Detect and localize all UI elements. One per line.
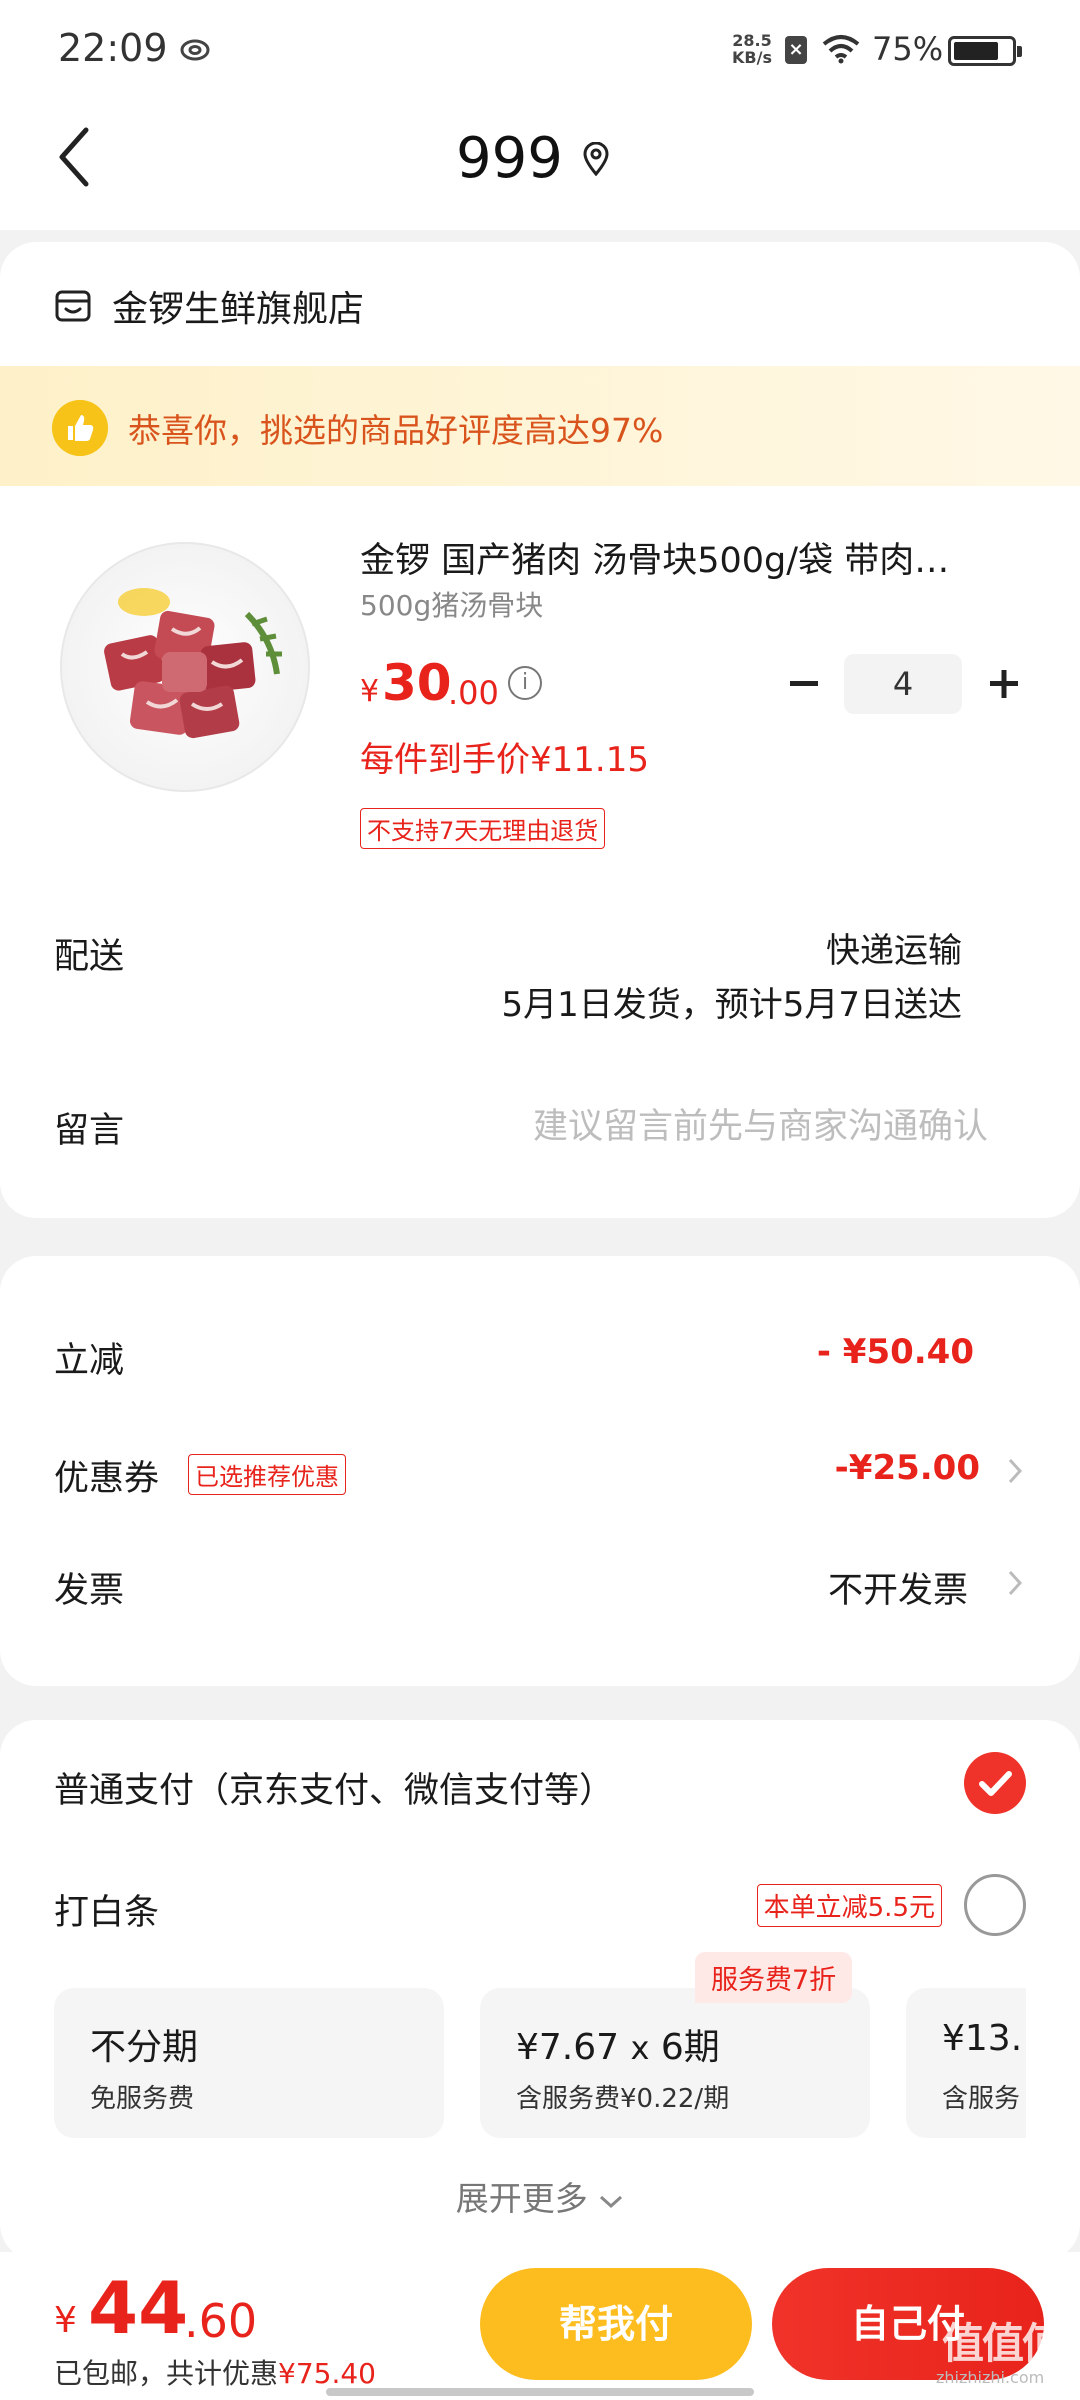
installment-sub: 含服务费¥0.22/期 — [516, 2084, 730, 2114]
price-symbol: ¥ — [360, 674, 380, 709]
location-pin-icon[interactable] — [582, 142, 610, 176]
product-title[interactable]: 金锣 国产猪肉 汤骨块500g/袋 带肉… — [360, 532, 1020, 583]
shop-name: 金锣生鲜旗舰店 — [112, 289, 365, 330]
normal-pay-label[interactable]: 普通支付（京东支付、微信支付等） — [54, 1762, 614, 1813]
baitiao-radio[interactable] — [964, 1874, 1026, 1936]
baitiao-label[interactable]: 打白条 — [54, 1884, 159, 1935]
installment-main: ¥7.67 x 6期 — [516, 2027, 720, 2068]
invoice-label: 发票 — [54, 1571, 125, 1611]
shop-row[interactable]: 金锣生鲜旗舰店 — [54, 280, 364, 332]
delivery-type: 快递运输 — [826, 931, 962, 971]
discount-card: 立减 - ¥50.40 优惠券 已选推荐优惠 -¥25.00 发票 不开发票 — [0, 1256, 1080, 1686]
increase-quantity-button[interactable] — [984, 664, 1024, 704]
coupon-label: 优惠券 — [54, 1459, 160, 1499]
installment-main: ¥13. — [942, 2018, 1023, 2059]
network-speed: 28.5 KB/s — [732, 31, 772, 67]
decrease-quantity-button[interactable] — [784, 664, 824, 704]
coupon-chevron-icon[interactable] — [1004, 1454, 1026, 1488]
status-time: 22:09 — [58, 26, 168, 70]
notification-icon — [180, 39, 210, 61]
installment-option-more[interactable]: ¥13. 含服务 — [906, 1988, 1026, 2138]
coupon-tag: 已选推荐优惠 — [188, 1454, 346, 1495]
address-title[interactable]: 999 — [456, 126, 563, 191]
price-decimal: .00 — [448, 674, 499, 712]
installment-sub: 含服务 — [942, 2084, 1021, 2114]
installment-option-none[interactable]: 不分期 免服务费 — [54, 1988, 444, 2138]
expand-more-button[interactable]: 展开更多 — [0, 2172, 1080, 2220]
baitiao-promo-tag: 本单立减5.5元 — [756, 1884, 942, 1927]
product-spec: 500g猪汤骨块 — [360, 589, 544, 622]
watermark: 值值值 — [942, 2319, 1064, 2368]
shop-icon — [55, 290, 91, 322]
invoice-value[interactable]: 不开发票 — [828, 1562, 968, 1613]
total-integer: 44 — [88, 2266, 189, 2350]
back-icon[interactable] — [50, 122, 110, 192]
coupon-value[interactable]: -¥25.00 — [835, 1448, 980, 1488]
wifi-icon — [822, 35, 860, 64]
total-symbol: ¥ — [54, 2300, 77, 2341]
service-fee-badge: 服务费7折 — [695, 1952, 853, 2003]
thumbs-up-icon — [52, 400, 108, 456]
help-me-pay-button[interactable]: 帮我付 — [480, 2268, 752, 2380]
instant-discount-value: - ¥50.40 — [816, 1332, 974, 1372]
praise-banner: 恭喜你，挑选的商品好评度高达97% — [0, 366, 1080, 486]
invoice-chevron-icon[interactable] — [1004, 1566, 1026, 1600]
battery-icon — [948, 36, 1022, 66]
order-item-card: 金锣生鲜旗舰店 恭喜你，挑选的商品好评度高达97% 金锣 国产猪肉 汤骨块500… — [0, 242, 1080, 1218]
return-policy-tag: 不支持7天无理由退货 — [360, 808, 606, 849]
nav-bar: 999 — [0, 100, 1080, 230]
quantity-input[interactable]: 4 — [844, 654, 962, 714]
message-label: 留言 — [54, 1111, 125, 1151]
battery-percent: 75% — [872, 30, 944, 68]
instant-discount-label: 立减 — [54, 1341, 125, 1381]
status-bar: 22:09 28.5 KB/s × 75% — [0, 0, 1080, 100]
chevron-down-icon — [600, 2195, 623, 2209]
total-decimal: .60 — [184, 2294, 258, 2348]
message-input[interactable]: 建议留言前先与商家沟通确认 — [533, 1098, 988, 1149]
price-info-icon[interactable]: i — [508, 666, 542, 700]
watermark-sub: zhizhizhi.com — [936, 2368, 1045, 2387]
checkout-bar: ¥ 44 .60 已包邮，共计优惠¥75.40 帮我付 自己付 值值值 zhiz… — [0, 2252, 1080, 2400]
installment-option-6[interactable]: ¥7.67 x 6期 含服务费¥0.22/期 — [480, 1988, 870, 2138]
delivery-label: 配送 — [54, 937, 125, 977]
installment-main: 不分期 — [90, 2027, 199, 2068]
normal-pay-checkbox[interactable] — [964, 1752, 1026, 1814]
price-integer: 30 — [382, 654, 452, 712]
product-image[interactable] — [60, 542, 310, 792]
delivery-info[interactable]: 快递运输 5月1日发货，预计5月7日送达 — [501, 924, 962, 1032]
check-icon — [979, 1771, 1012, 1796]
home-indicator[interactable] — [326, 2388, 754, 2396]
installment-sub: 免服务费 — [90, 2084, 195, 2114]
delivery-date: 5月1日发货，预计5月7日送达 — [501, 985, 962, 1025]
pork-bones-illustration — [104, 588, 282, 739]
no-sim-icon: × — [785, 36, 807, 64]
payment-card: 普通支付（京东支付、微信支付等） 打白条 本单立减5.5元 不分期 免服务费 ¥… — [0, 1720, 1080, 2260]
final-unit-price: 每件到手价¥11.15 — [360, 740, 649, 780]
savings-note: 已包邮，共计优惠¥75.40 — [54, 2357, 376, 2390]
praise-text: 恭喜你，挑选的商品好评度高达97% — [128, 411, 664, 450]
